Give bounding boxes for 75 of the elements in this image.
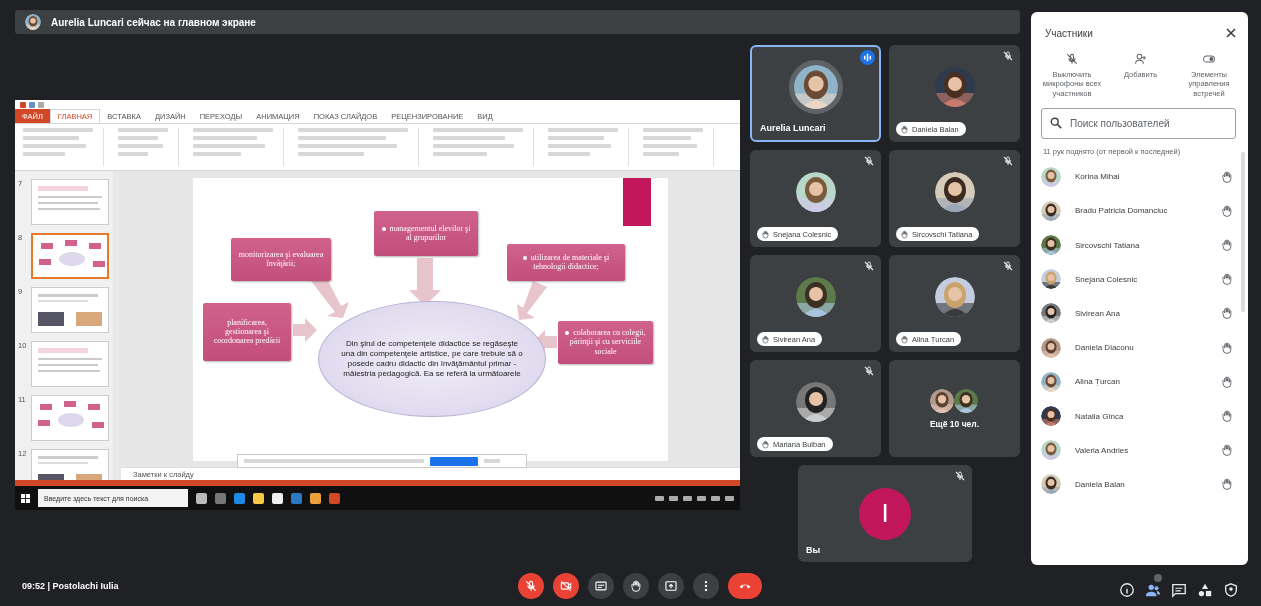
avatar: I [859, 487, 911, 540]
chat-icon [1171, 581, 1187, 598]
hand-icon [1220, 477, 1234, 492]
toggle-icon [1202, 52, 1216, 66]
participant-name[interactable]: Korina Mihai [1075, 172, 1206, 182]
hand-icon [900, 229, 909, 239]
participant-name[interactable]: Alina Țurcan [1075, 377, 1206, 387]
participant-tile[interactable]: Aurelia Luncari [750, 45, 881, 142]
participant-name[interactable]: Valeria Andries [1075, 445, 1206, 455]
participant-name[interactable]: Sivirean Ana [1075, 308, 1206, 318]
taskbar-app-icon[interactable] [310, 492, 321, 504]
raise-hand-button[interactable] [623, 572, 649, 599]
badge-dot [1154, 573, 1162, 582]
hand-icon [629, 578, 643, 593]
slide-text: Din şirul de competenţele didactice se regăseşte una din competenţele artistice, pe care trebuie să o posede cadru didactic din învăţământul primar - măiestria pedagogică. Ea se referă la următoarele [341, 338, 523, 379]
hand-icon [761, 229, 770, 239]
hand-icon [1220, 374, 1234, 389]
captions-icon [594, 578, 608, 593]
camera-off-icon [559, 578, 573, 593]
mic-off-icon [524, 578, 538, 593]
participant-name[interactable]: Daniela Balan [1075, 479, 1206, 489]
camera-button[interactable] [553, 572, 579, 599]
hand-icon [900, 334, 909, 344]
box-text: monitorizarea şi evaluarea învăţării; [237, 249, 325, 269]
participant-name: Вы [806, 545, 821, 555]
present-button[interactable] [658, 572, 684, 599]
arrow [517, 280, 547, 320]
participant-tile[interactable]: I Вы [798, 465, 972, 562]
participant-name: Aurelia Luncari [760, 123, 826, 133]
add-person-icon [1133, 52, 1148, 66]
present-icon [664, 578, 678, 593]
hand-icon [1220, 340, 1234, 355]
hand-icon [1220, 238, 1234, 253]
slide-thumbnail[interactable] [31, 395, 109, 441]
notification-button[interactable] [430, 456, 478, 466]
hand-icon [900, 124, 909, 134]
info-icon [1119, 581, 1135, 598]
close-button[interactable] [1224, 26, 1238, 40]
scrollbar[interactable] [1241, 152, 1245, 312]
hand-icon [1220, 169, 1234, 184]
participant-tile[interactable]: Ещё 10 чел. [889, 360, 1020, 457]
shield-icon [1223, 581, 1239, 598]
taskbar-app-icon[interactable] [272, 492, 283, 504]
windows-icon[interactable] [21, 493, 30, 503]
hand-icon [1220, 409, 1234, 424]
hand-icon [761, 334, 770, 344]
search-icon [1050, 117, 1062, 130]
end-call-button[interactable] [728, 572, 762, 599]
slide-thumbnail[interactable] [31, 179, 109, 225]
taskbar-app-icon[interactable] [253, 492, 264, 504]
hand-icon [1220, 203, 1234, 218]
participant-name[interactable]: Snejana Colesnic [1075, 274, 1206, 284]
hand-icon [1220, 306, 1234, 321]
search-field[interactable]: Поиск пользователей [1041, 108, 1236, 140]
hand-icon [1220, 272, 1234, 287]
captions-button[interactable] [588, 572, 614, 599]
participant-name[interactable]: Sircovschi Tatiana [1075, 240, 1206, 250]
slide-thumbnail[interactable] [31, 287, 109, 333]
mic-off-icon [1065, 52, 1079, 66]
meeting-info: 09:52 | Postolachi Iulia [22, 580, 120, 591]
box-text: planificarea, gestionarea şi coordonarea predării [212, 317, 282, 346]
participant-name[interactable]: Daniela Diaconu [1075, 343, 1206, 353]
panel-title: Участники [1045, 27, 1093, 39]
participant-name[interactable]: Natalia Gînca [1075, 411, 1206, 421]
more-participants: Ещё 10 чел. [929, 418, 980, 429]
people-button[interactable] [1145, 573, 1163, 598]
slide-thumbnail[interactable] [31, 233, 109, 279]
microphone-button[interactable] [518, 572, 544, 599]
decorative-block [623, 177, 651, 226]
hand-icon [761, 439, 770, 449]
banner-text: Aurelia Luncari сейчас на главном экране [51, 16, 256, 28]
slide-thumbnail[interactable] [31, 341, 109, 387]
hand-icon [1220, 443, 1234, 458]
taskbar-app-icon[interactable] [196, 492, 207, 504]
participant-name[interactable]: Bradu Patricia Domanciuc [1075, 206, 1206, 216]
